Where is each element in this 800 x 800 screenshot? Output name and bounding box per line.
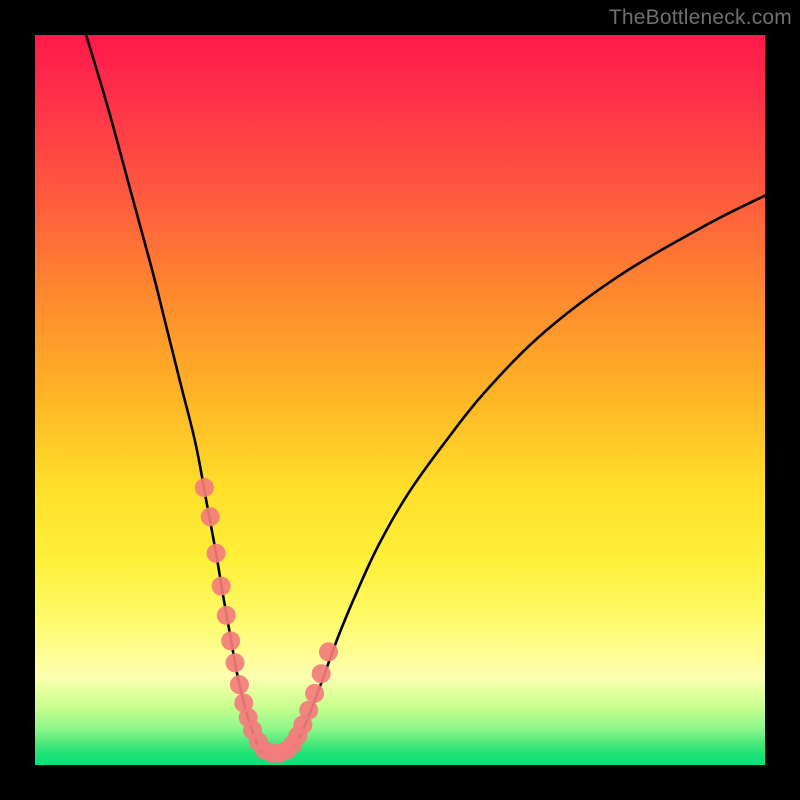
highlight-dot — [299, 701, 318, 720]
highlight-dot — [217, 606, 236, 625]
highlight-dot — [212, 577, 231, 596]
highlight-dot — [230, 675, 249, 694]
highlight-dot — [207, 544, 226, 563]
dot-layer — [195, 478, 338, 763]
plot-area — [35, 35, 765, 765]
highlight-dot — [195, 478, 214, 497]
highlight-dot — [226, 653, 245, 672]
watermark-text: TheBottleneck.com — [609, 6, 792, 30]
curve-layer — [86, 35, 765, 754]
chart-frame: TheBottleneck.com — [0, 0, 800, 800]
highlight-dot — [319, 642, 338, 661]
chart-svg — [35, 35, 765, 765]
highlight-dot — [312, 664, 331, 683]
series-right-curve — [291, 196, 766, 752]
highlight-dot — [201, 507, 220, 526]
highlight-dot — [305, 684, 324, 703]
highlight-dot — [221, 631, 240, 650]
